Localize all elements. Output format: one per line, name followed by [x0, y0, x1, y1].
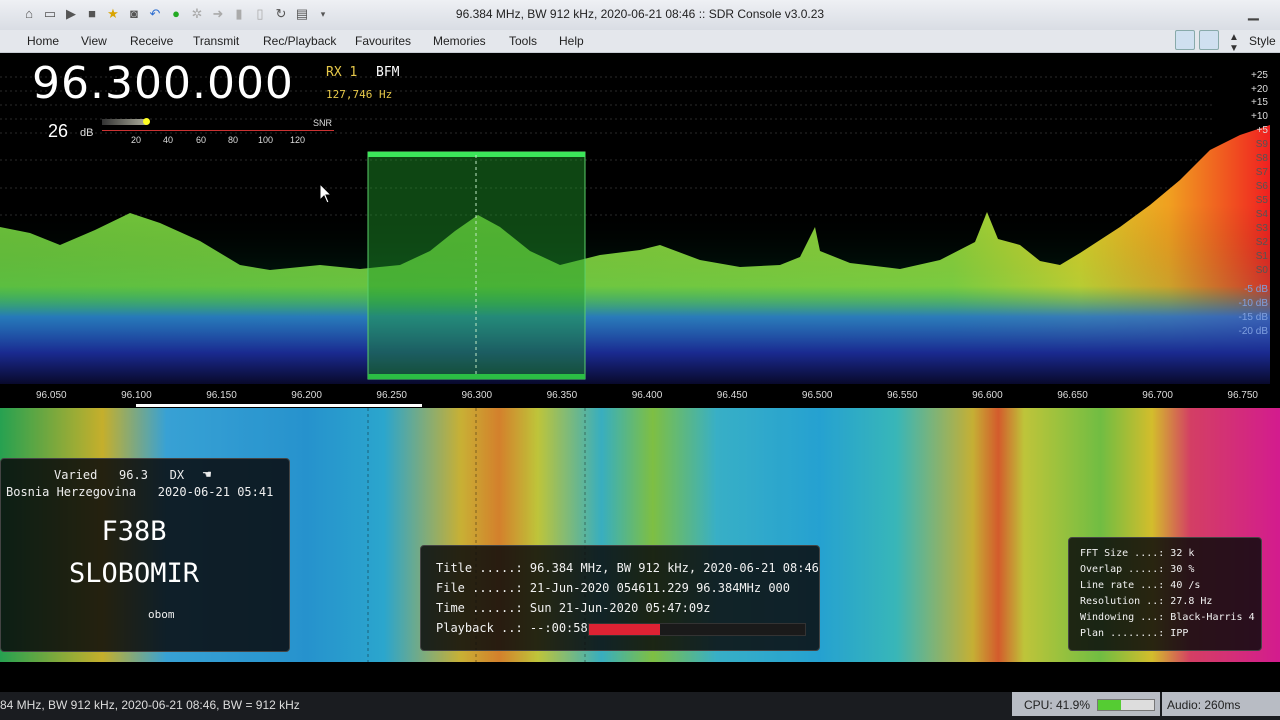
- snr-tick: 20: [131, 135, 142, 145]
- frequency-label: 96.700: [1142, 390, 1173, 401]
- menu-help[interactable]: Help: [559, 34, 584, 48]
- frequency-label: 96.350: [546, 390, 578, 401]
- cpu-usage-fill: [1098, 700, 1122, 710]
- frequency-label: 96.300: [461, 390, 493, 401]
- snr-meter-bar: [102, 119, 146, 125]
- status-bar: 84 MHz, BW 912 kHz, 2020-06-21 08:46, BW…: [0, 692, 1280, 720]
- frequency-label: 96.150: [206, 390, 237, 401]
- fft-size: FFT Size ....: 32 k: [1080, 548, 1195, 559]
- signal-level-value: 26: [48, 121, 69, 141]
- recording-info-panel: Title .....: 96.384 MHz, BW 912 kHz, 202…: [420, 545, 820, 651]
- db-scale-label: S5: [1255, 195, 1268, 206]
- mode-label[interactable]: BFM: [376, 65, 399, 80]
- menu-favourites[interactable]: Favourites: [355, 34, 411, 48]
- db-scale-label: S3: [1255, 223, 1268, 234]
- pointer-icon: ☚: [202, 469, 212, 481]
- db-scale-label: -10 dB: [1238, 298, 1268, 309]
- mouse-cursor-icon: [319, 183, 333, 204]
- db-scale-label: S4: [1255, 209, 1268, 220]
- db-scale-label: +5: [1256, 125, 1268, 136]
- playback-progress-bar[interactable]: [588, 623, 806, 636]
- db-scale-label: S2: [1255, 237, 1268, 248]
- snr-tick: 40: [163, 135, 174, 145]
- minimize-button[interactable]: ▁: [1248, 4, 1259, 21]
- menu-rec-playback[interactable]: Rec/Playback: [263, 34, 336, 48]
- db-scale-label: S9: [1255, 139, 1268, 150]
- db-scale-label: S0: [1255, 265, 1268, 276]
- snr-meter-indicator: [143, 118, 150, 125]
- frequency-label: 96.500: [801, 390, 833, 401]
- snr-scale-line: [102, 130, 334, 131]
- fft-windowing: Windowing ...: Black-Harris 4: [1080, 612, 1255, 623]
- db-scale-label: +25: [1251, 70, 1268, 81]
- snr-tick: 120: [290, 135, 306, 145]
- frequency-offset: 127,746 Hz: [326, 88, 393, 101]
- frequency-label: 96.600: [972, 390, 1003, 401]
- menu-bar: Home View Receive Transmit Rec/Playback …: [0, 30, 1280, 54]
- db-scale-label: S6: [1255, 181, 1268, 192]
- frequency-label: 96.750: [1227, 390, 1258, 401]
- frequency-label: 96.050: [36, 390, 67, 401]
- menu-home[interactable]: Home: [27, 34, 59, 48]
- menu-receive[interactable]: Receive: [130, 34, 173, 48]
- db-scale-label: -20 dB: [1238, 326, 1268, 337]
- menu-view[interactable]: View: [81, 34, 107, 48]
- rx-label: RX 1: [326, 65, 358, 80]
- rds-country-date: Bosnia Herzegovina 2020-06-21 05:41: [6, 485, 274, 499]
- frequency-label: 96.450: [716, 390, 748, 401]
- signal-level-unit: dB: [80, 127, 94, 139]
- db-scale-label: -15 dB: [1238, 312, 1268, 323]
- db-scale-label: -5 dB: [1244, 284, 1268, 295]
- rds-pi-code: F38B: [101, 516, 167, 547]
- style-menu[interactable]: Style: [1249, 34, 1276, 48]
- recording-playback: Playback ..: --:00:58: [436, 621, 588, 635]
- snr-label: SNR: [313, 118, 333, 128]
- audio-latency: Audio: 260ms: [1167, 698, 1241, 712]
- rds-panel: Varied 96.3 DX ☚ Bosnia Herzegovina 2020…: [0, 458, 290, 652]
- scroll-arrows-icon[interactable]: ▲ ▼: [1229, 32, 1239, 54]
- frequency-label: 96.200: [291, 390, 322, 401]
- snr-tick: 80: [228, 135, 239, 145]
- cpu-usage: CPU: 41.9%: [1024, 698, 1091, 712]
- fft-resolution: Resolution ..: 27.8 Hz: [1080, 596, 1213, 607]
- playback-progress-fill: [589, 624, 661, 635]
- fft-info-panel: FFT Size ....: 32 k Overlap .....: 30 % …: [1068, 537, 1262, 651]
- menu-tools[interactable]: Tools: [509, 34, 537, 48]
- menu-transmit[interactable]: Transmit: [193, 34, 239, 48]
- frequency-label: 96.250: [376, 390, 407, 401]
- frequency-label: 96.650: [1057, 390, 1088, 401]
- db-scale-label: +15: [1251, 97, 1268, 108]
- db-scale-label: S7: [1255, 167, 1268, 178]
- recording-file: File ......: 21-Jun-2020 054611.229 96.3…: [436, 581, 791, 595]
- window-title: 96.384 MHz, BW 912 kHz, 2020-06-21 08:46…: [455, 7, 825, 21]
- fft-line-rate: Line rate ...: 40 /s: [1080, 580, 1201, 591]
- frequency-label: 96.550: [887, 390, 918, 401]
- snr-tick: 100: [258, 135, 274, 145]
- frequency-label: 96.400: [631, 390, 663, 401]
- fft-overlap: Overlap .....: 30 %: [1080, 564, 1195, 575]
- monitor-icon[interactable]: [1199, 30, 1219, 50]
- fft-plan: Plan ........: IPP: [1080, 628, 1189, 639]
- rds-radiotext: obom: [148, 608, 175, 621]
- rds-station-name: SLOBOMIR: [68, 558, 200, 589]
- title-bar: ⌂ ▭ ▶ ■ ★ ◙ ↶ ● ✲ ➜ ▮ ▯ ↻ ▤ ▾ 96.384 MHz…: [0, 0, 1280, 30]
- status-text: 84 MHz, BW 912 kHz, 2020-06-21 08:46, BW…: [0, 698, 300, 712]
- db-scale-label: S8: [1255, 153, 1268, 164]
- cpu-usage-bar: [1097, 699, 1155, 711]
- db-scale-label: +20: [1251, 84, 1268, 95]
- menu-memories[interactable]: Memories: [433, 34, 486, 48]
- snr-tick: 60: [196, 135, 207, 145]
- rds-program-info: Varied 96.3 DX: [54, 468, 185, 482]
- frequency-label: 96.100: [121, 390, 152, 401]
- layout-icon[interactable]: [1175, 30, 1195, 50]
- recording-title: Title .....: 96.384 MHz, BW 912 kHz, 202…: [436, 561, 819, 575]
- recording-time: Time ......: Sun 21-Jun-2020 05:47:09z: [436, 601, 711, 615]
- bandwidth-marker: [136, 404, 422, 407]
- db-scale-label: +10: [1251, 111, 1268, 122]
- db-scale-label: S1: [1255, 251, 1268, 262]
- frequency-display[interactable]: 96.300.000: [32, 58, 294, 109]
